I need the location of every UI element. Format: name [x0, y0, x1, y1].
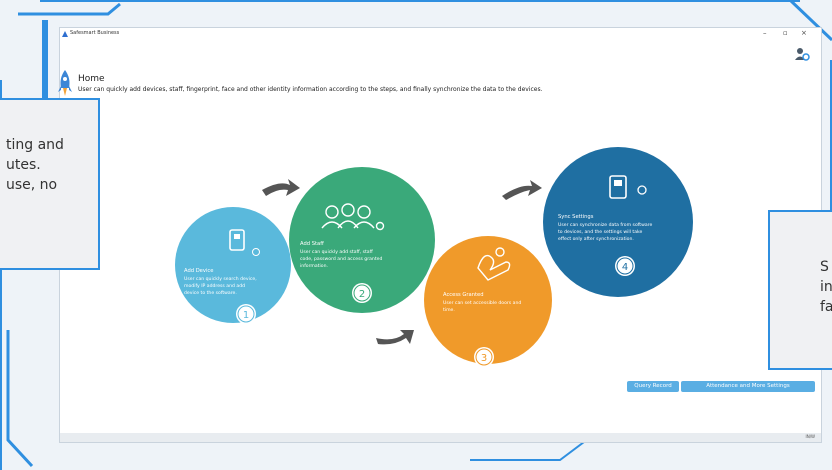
arrow-icon: [262, 179, 300, 196]
step-text-line: modify IP address and add: [184, 283, 245, 289]
step-text-line: User can quickly search device,: [184, 276, 257, 282]
overlay-text-line: use, no: [6, 177, 58, 193]
step-text-line: User can quickly add staff, staff: [300, 249, 374, 255]
step-number: 2: [359, 289, 365, 300]
step-title: Access Granted: [443, 292, 484, 298]
step-add-staff[interactable]: Add Staff User can quickly add staff, st…: [289, 167, 435, 313]
step-text-line: to devices, and the settings will take: [558, 229, 643, 235]
step-access-granted[interactable]: Access Granted User can set accessible d…: [424, 236, 552, 367]
step-text-line: device to the software.: [184, 290, 237, 296]
step-text-line: User can synchronize data from software: [558, 222, 652, 228]
step-sync-settings[interactable]: Sync Settings User can synchronize data …: [543, 147, 693, 297]
step-text-line: information.: [300, 263, 328, 269]
overlay-text-line: S: [820, 259, 829, 275]
status-text: IN/W: [805, 434, 815, 439]
step-number: 1: [243, 310, 249, 321]
step-title: Add Device: [184, 268, 213, 274]
overlay-text-line: in: [820, 279, 832, 295]
step-number: 4: [622, 262, 628, 273]
step-text-line: effect only after synchronization.: [558, 236, 634, 242]
arrow-icon: [376, 330, 414, 345]
attendance-settings-button[interactable]: Attendance and More Settings: [681, 381, 815, 392]
step-add-device[interactable]: Add Device User can quickly search devic…: [175, 207, 291, 324]
step-text-line: User can set accessible doors and: [443, 300, 521, 306]
right-overlay-panel: S in fa: [768, 210, 832, 370]
step-title: Add Staff: [300, 241, 324, 247]
left-overlay-panel: ting and utes. use, no: [0, 98, 100, 270]
overlay-text-line: ting and: [6, 137, 64, 153]
overlay-text-line: utes.: [6, 157, 41, 173]
query-record-button[interactable]: Query Record: [627, 381, 679, 392]
status-bar: IN/W: [60, 433, 821, 442]
step-text-line: time.: [443, 307, 455, 313]
step-title: Sync Settings: [558, 214, 594, 220]
overlay-text-line: fa: [820, 299, 832, 315]
steps-diagram: Add Device User can quickly search devic…: [175, 147, 693, 367]
arrow-icon: [502, 180, 542, 200]
step-number: 3: [481, 353, 487, 364]
step-text-line: code, password and access granted: [300, 256, 382, 262]
